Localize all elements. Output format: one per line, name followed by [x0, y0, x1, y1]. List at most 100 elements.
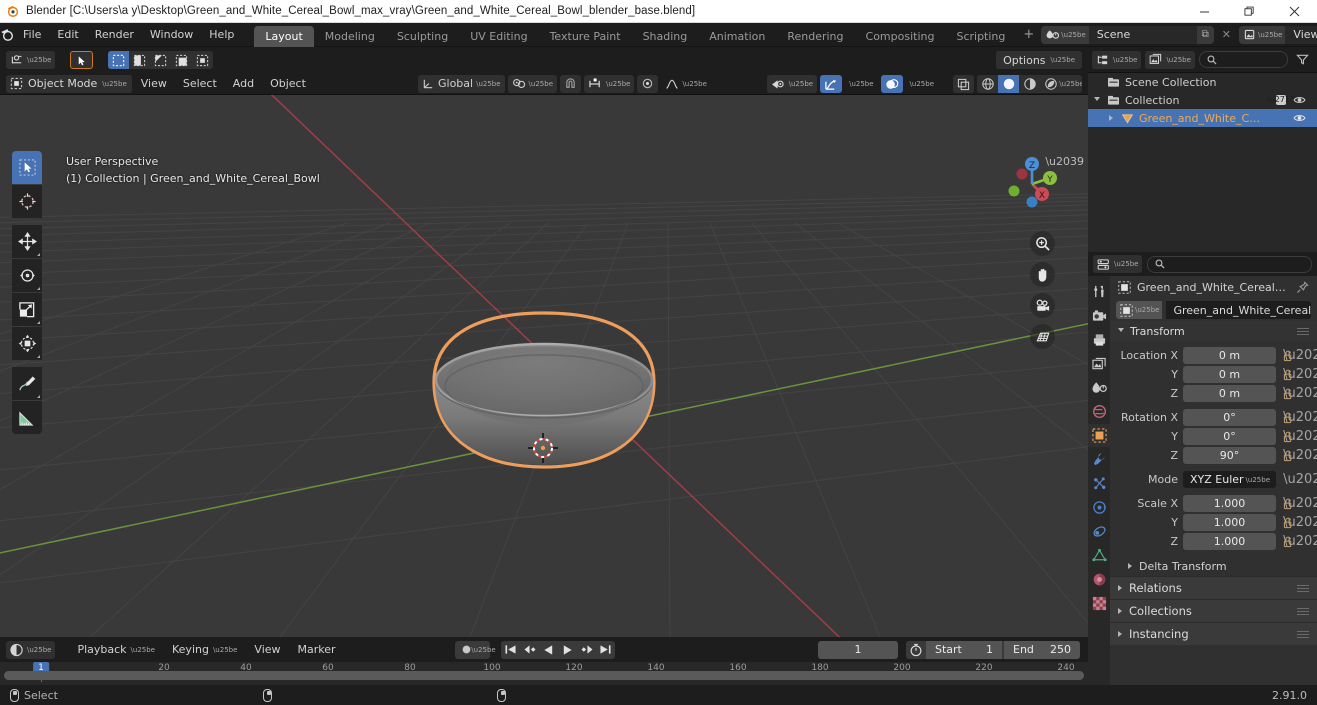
scene-unlink-button[interactable]: ✕ — [1217, 28, 1236, 41]
animate-property-dot[interactable]: \u2022 — [1283, 430, 1317, 443]
tool-cursor[interactable] — [12, 185, 42, 218]
menu-edit[interactable]: Edit — [49, 26, 86, 43]
properties-tab-texture[interactable] — [1088, 592, 1110, 615]
snap-magnet-toggle[interactable] — [560, 74, 581, 93]
properties-tab-constraints[interactable] — [1088, 520, 1110, 543]
workspace-tab-uv-editing[interactable]: UV Editing — [459, 26, 538, 48]
properties-tab-output[interactable] — [1088, 328, 1110, 351]
viewport-menu-add[interactable]: Add — [226, 76, 261, 91]
end-frame-field[interactable]: End 250 — [1004, 640, 1080, 659]
outliner-search-input[interactable] — [1198, 51, 1288, 68]
properties-tab-world[interactable] — [1088, 400, 1110, 423]
minimize-button[interactable] — [1182, 0, 1227, 23]
properties-editor[interactable]: \u25be Green_and_White_Cereal… \u25be Gr… — [1088, 252, 1317, 685]
scene-icon[interactable]: \u25be — [1041, 25, 1089, 44]
tool-rotate[interactable] — [12, 259, 42, 292]
animate-property-dot[interactable]: \u2022 — [1283, 349, 1317, 362]
timeline-menu-playback[interactable]: Playback \u25be — [70, 642, 162, 657]
blender-logo-icon[interactable] — [0, 27, 15, 42]
wireframe-shading-icon[interactable] — [977, 75, 998, 93]
tool-measure[interactable] — [12, 401, 42, 434]
jump-to-end-button[interactable] — [596, 641, 615, 659]
properties-tab-physics[interactable] — [1088, 496, 1110, 519]
overlays-toggle[interactable] — [880, 75, 903, 93]
panel-delta-transform[interactable]: Delta Transform — [1110, 556, 1317, 576]
properties-tab-scene[interactable] — [1088, 376, 1110, 399]
outliner-row-collection[interactable]: Collection \u2713 — [1088, 91, 1317, 109]
object-name-input[interactable]: Green_and_White_Cereal_B… — [1166, 301, 1311, 319]
eye-icon[interactable] — [1293, 113, 1306, 123]
rotation-x-field[interactable]: 0° — [1183, 409, 1276, 426]
jump-to-start-button[interactable] — [501, 641, 520, 659]
panel-transform-header[interactable]: Transform — [1110, 321, 1317, 341]
scale-y-field[interactable]: 1.000 — [1183, 514, 1276, 531]
material-preview-icon[interactable] — [1019, 75, 1040, 93]
solid-shading-icon[interactable] — [998, 75, 1019, 93]
viewport-canvas[interactable]: User Perspective (1) Collection | Green_… — [0, 95, 1088, 637]
outliner-row-object[interactable]: Green_and_White_C… — [1088, 109, 1317, 127]
workspace-tab-shading[interactable]: Shading — [632, 26, 699, 48]
menu-render[interactable]: Render — [87, 26, 142, 43]
viewport-menu-view[interactable]: View — [134, 76, 174, 91]
play-reverse-button[interactable] — [539, 641, 558, 659]
panel-collections[interactable]: Collections — [1110, 599, 1317, 622]
close-button[interactable] — [1272, 0, 1317, 23]
scene-name[interactable]: Scene — [1088, 25, 1197, 44]
select-extend-icon[interactable] — [129, 51, 150, 69]
workspace-tab-modeling[interactable]: Modeling — [314, 26, 386, 48]
timeline-menu-keying[interactable]: Keying \u25be — [165, 642, 244, 657]
scale-x-field[interactable]: 1.000 — [1183, 495, 1276, 512]
ortho-persp-toggle-icon[interactable] — [1030, 324, 1055, 349]
view-layer-icon[interactable]: \u25be — [1238, 25, 1286, 44]
animate-property-dot[interactable]: \u2022 — [1283, 449, 1317, 462]
menu-file[interactable]: File — [15, 26, 49, 43]
properties-tab-object[interactable] — [1088, 424, 1110, 447]
select-intersect-icon[interactable] — [192, 51, 213, 69]
scene-new-button[interactable]: ⧉ — [1196, 25, 1214, 44]
animate-property-dot[interactable]: \u2022 — [1283, 535, 1317, 548]
maximize-button[interactable] — [1227, 0, 1272, 23]
panel-relations[interactable]: Relations — [1110, 576, 1317, 599]
viewport-menu-object[interactable]: Object — [263, 76, 313, 91]
animate-property-dot[interactable]: \u2022 — [1283, 368, 1317, 381]
tool-scale[interactable] — [12, 293, 42, 326]
disclosure-triangle-down-icon[interactable] — [1094, 96, 1100, 104]
timeline-menu-marker[interactable]: Marker — [291, 642, 343, 657]
animate-property-dot[interactable]: \u2022 — [1283, 516, 1317, 529]
animate-property-dot[interactable]: \u2022 — [1283, 497, 1317, 510]
shading-options-dropdown[interactable]: \u25be — [1059, 75, 1082, 93]
tool-annotate[interactable] — [12, 367, 42, 400]
view-layer-name[interactable]: View Layer — [1285, 25, 1317, 44]
preview-range-icon[interactable] — [906, 641, 926, 659]
object-mode-dropdown[interactable]: Object Mode \u25be — [6, 74, 132, 93]
location-z-field[interactable]: 0 m — [1183, 385, 1276, 402]
active-tool-indicator[interactable] — [70, 51, 94, 69]
location-x-field[interactable]: 0 m — [1183, 347, 1276, 364]
properties-tab-particles[interactable] — [1088, 472, 1110, 495]
viewport-menu-select[interactable]: Select — [176, 76, 224, 91]
workspace-tab-texture-paint[interactable]: Texture Paint — [539, 26, 632, 48]
workspace-tab-layout[interactable]: Layout — [254, 25, 314, 48]
properties-tab-view-layer[interactable] — [1088, 352, 1110, 375]
properties-tab-tool[interactable] — [1088, 280, 1110, 303]
outliner-editor-type-button[interactable]: \u25be — [1092, 50, 1142, 69]
gizmo-options-dropdown[interactable]: \u25be — [845, 75, 877, 93]
rotation-mode-dropdown[interactable]: XYZ Euler \u25be — [1183, 471, 1276, 488]
panel-instancing[interactable]: Instancing — [1110, 622, 1317, 645]
scale-z-field[interactable]: 1.000 — [1183, 533, 1276, 550]
animate-property-dot[interactable]: \u2022 — [1283, 411, 1317, 424]
proportional-falloff-dropdown[interactable]: \u25be — [661, 75, 710, 93]
outliner-filter-icon[interactable] — [1292, 51, 1313, 69]
pivot-point-dropdown[interactable]: \u25be — [507, 74, 557, 93]
select-set-icon[interactable] — [108, 51, 130, 69]
viewport-3d[interactable]: User Perspective (1) Collection | Green_… — [0, 47, 1088, 637]
add-workspace-button[interactable]: + — [1016, 25, 1041, 44]
select-invert-icon[interactable] — [171, 51, 192, 69]
object-id-selector[interactable]: \u25be — [1116, 301, 1163, 319]
menu-window[interactable]: Window — [142, 26, 201, 43]
overlay-options-dropdown[interactable]: \u25be — [906, 75, 938, 93]
animate-property-dot[interactable]: \u2022 — [1283, 387, 1317, 400]
tool-move[interactable] — [12, 225, 42, 258]
tool-tweak[interactable] — [12, 151, 42, 184]
eye-icon[interactable] — [1293, 95, 1306, 105]
